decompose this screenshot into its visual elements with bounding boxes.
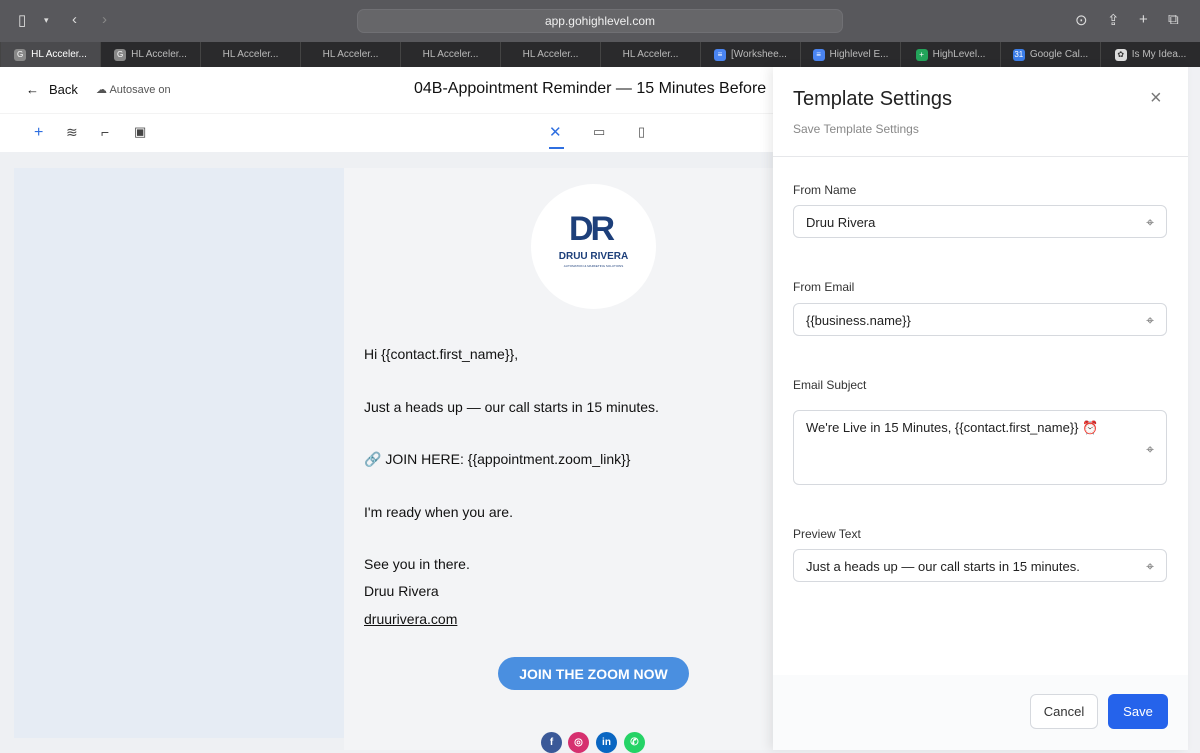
back-nav-icon[interactable]: ‹ (72, 11, 77, 28)
add-icon[interactable]: + (34, 124, 43, 142)
favicon-icon: G (14, 48, 27, 61)
tab-bar: G HL Acceler... G HL Acceler... HL Acceler… (0, 42, 1200, 67)
chatgpt-icon: ✿ (1114, 48, 1127, 61)
from-email-label: From Email (793, 280, 855, 294)
tab-label: Google Cal... (1029, 49, 1089, 60)
template-title[interactable]: 04B-Appointment Reminder — 15 Minutes Be… (414, 80, 766, 98)
download-icon[interactable]: ⊙ (1075, 11, 1088, 29)
browser-tab[interactable]: ≡ [Workshee... (700, 42, 800, 67)
autosave-status: ☁ Autosave on (96, 83, 171, 96)
logo-name: DRUU RIVERA (558, 251, 629, 262)
favicon-icon: G (114, 48, 127, 61)
tab-label: HL Acceler... (422, 49, 479, 60)
panel-title: Template Settings (793, 88, 952, 110)
body-text: Just a heads up — our call starts in 15 … (364, 399, 659, 415)
new-tab-icon[interactable]: + (1139, 11, 1148, 28)
cloud-check-icon: ☁ (96, 84, 107, 96)
tab-label: Is My Idea... (1131, 49, 1187, 60)
logo: DR DRUU RIVERA AUTOMATION & MARKETING SO… (531, 184, 656, 309)
browser-tab[interactable]: ≡ Highlevel E... (800, 42, 900, 67)
browser-tab[interactable]: G HL Acceler... (100, 42, 200, 67)
tab-label: HL Acceler... (322, 49, 379, 60)
input-value: Druu Rivera (806, 215, 876, 230)
tag-icon[interactable]: ⌖ (1146, 312, 1154, 329)
browser-toolbar: ▯ ▾ ‹ › app.gohighlevel.com ⊙ ⇪ + ⧉ (0, 0, 1200, 42)
email-subject-label: Email Subject (793, 378, 867, 392)
signature-name: Druu Rivera (364, 583, 439, 599)
sheets-icon: + (915, 48, 928, 61)
docs-icon: ≡ (714, 48, 727, 61)
save-button[interactable]: Save (1108, 694, 1168, 729)
browser-tab[interactable]: HL Acceler... (500, 42, 600, 67)
tab-label: HL Acceler... (622, 49, 679, 60)
back-button[interactable]: ← Back (26, 82, 78, 97)
input-value: {{business.name}} (806, 313, 911, 328)
save-icon[interactable]: ▣ (134, 124, 146, 140)
forward-nav-icon[interactable]: › (102, 11, 107, 28)
desktop-preview-icon[interactable]: ▭ (593, 124, 605, 140)
email-subject-textarea[interactable]: We're Live in 15 Minutes, {{contact.firs… (793, 410, 1167, 485)
tab-label: HL Acceler... (522, 49, 579, 60)
build-tools-icon[interactable]: ✕ (549, 123, 562, 141)
website-link[interactable]: druurivera.com (364, 611, 457, 627)
panel-subtitle: Save Template Settings (793, 122, 919, 136)
layers-icon[interactable]: ≋ (66, 124, 78, 141)
tab-label: HL Acceler... (31, 49, 87, 60)
close-icon[interactable]: × (1150, 87, 1162, 110)
editor-canvas: DR DRUU RIVERA AUTOMATION & MARKETING SO… (0, 152, 775, 753)
mobile-preview-icon[interactable]: ▯ (638, 124, 645, 140)
from-email-input[interactable]: {{business.name}} ⌖ (793, 303, 1167, 336)
browser-tab[interactable]: G HL Acceler... (0, 42, 100, 67)
back-label: Back (49, 82, 78, 97)
calendar-icon: 31 (1012, 48, 1025, 61)
browser-tab[interactable]: + HighLevel... (900, 42, 1000, 67)
browser-tab[interactable]: 31 Google Cal... (1000, 42, 1100, 67)
join-zoom-button[interactable]: JOIN THE ZOOM NOW (498, 657, 689, 690)
browser-tab[interactable]: ✿ Is My Idea... (1100, 42, 1200, 67)
browser-tab[interactable]: HL Acceler... (300, 42, 400, 67)
tab-label: Highlevel E... (829, 49, 889, 60)
cancel-button[interactable]: Cancel (1030, 694, 1098, 729)
paint-roller-icon[interactable]: ⌐ (101, 124, 109, 140)
logo-tagline: AUTOMATION & MARKETING SOLUTIONS (563, 264, 624, 268)
browser-tab[interactable]: HL Acceler... (200, 42, 300, 67)
share-icon[interactable]: ⇪ (1107, 11, 1120, 29)
join-link-text: 🔗 JOIN HERE: {{appointment.zoom_link}} (364, 451, 631, 467)
divider (773, 156, 1188, 157)
tab-label: [Workshee... (731, 49, 787, 60)
docs-icon: ≡ (812, 48, 825, 61)
browser-tab[interactable]: HL Acceler... (400, 42, 500, 67)
body-text: I'm ready when you are. (364, 504, 513, 520)
email-background (14, 168, 344, 738)
address-bar[interactable]: app.gohighlevel.com (357, 9, 843, 33)
tab-label: HighLevel... (932, 49, 986, 60)
autosave-label: Autosave on (109, 84, 171, 96)
tag-icon[interactable]: ⌖ (1146, 558, 1154, 575)
tag-icon[interactable]: ⌖ (1146, 214, 1154, 231)
from-name-label: From Name (793, 183, 857, 197)
tab-label: HL Acceler... (222, 49, 279, 60)
editor-toolbar: + ≋ ⌐ ▣ ✕ ▭ ▯ (0, 113, 775, 152)
sidebar-toggle-icon[interactable]: ▯ (18, 11, 26, 29)
tag-icon[interactable]: ⌖ (1146, 441, 1154, 458)
from-name-input[interactable]: Druu Rivera ⌖ (793, 205, 1167, 238)
preview-text-input[interactable]: Just a heads up — our call starts in 15 … (793, 549, 1167, 582)
signoff-text: See you in there. (364, 556, 470, 572)
browser-tab[interactable]: HL Acceler... (600, 42, 700, 67)
greeting-text: Hi {{contact.first_name}}, (364, 346, 519, 362)
active-tab-indicator (549, 147, 564, 149)
template-settings-panel: Template Settings Save Template Settings… (773, 67, 1188, 750)
input-value: Just a heads up — our call starts in 15 … (806, 559, 1080, 574)
chevron-down-icon[interactable]: ▾ (44, 15, 49, 26)
url-text: app.gohighlevel.com (544, 14, 656, 28)
email-body[interactable]: DR DRUU RIVERA AUTOMATION & MARKETING SO… (344, 168, 775, 753)
preview-text-label: Preview Text (793, 527, 861, 541)
tab-overview-icon[interactable]: ⧉ (1168, 11, 1179, 28)
input-value: We're Live in 15 Minutes, {{contact.firs… (806, 420, 1099, 435)
tab-label: HL Acceler... (131, 49, 187, 60)
editor-header: ← Back ☁ Autosave on 04B-Appointment Remi… (0, 67, 775, 113)
arrow-left-icon: ← (26, 82, 39, 97)
